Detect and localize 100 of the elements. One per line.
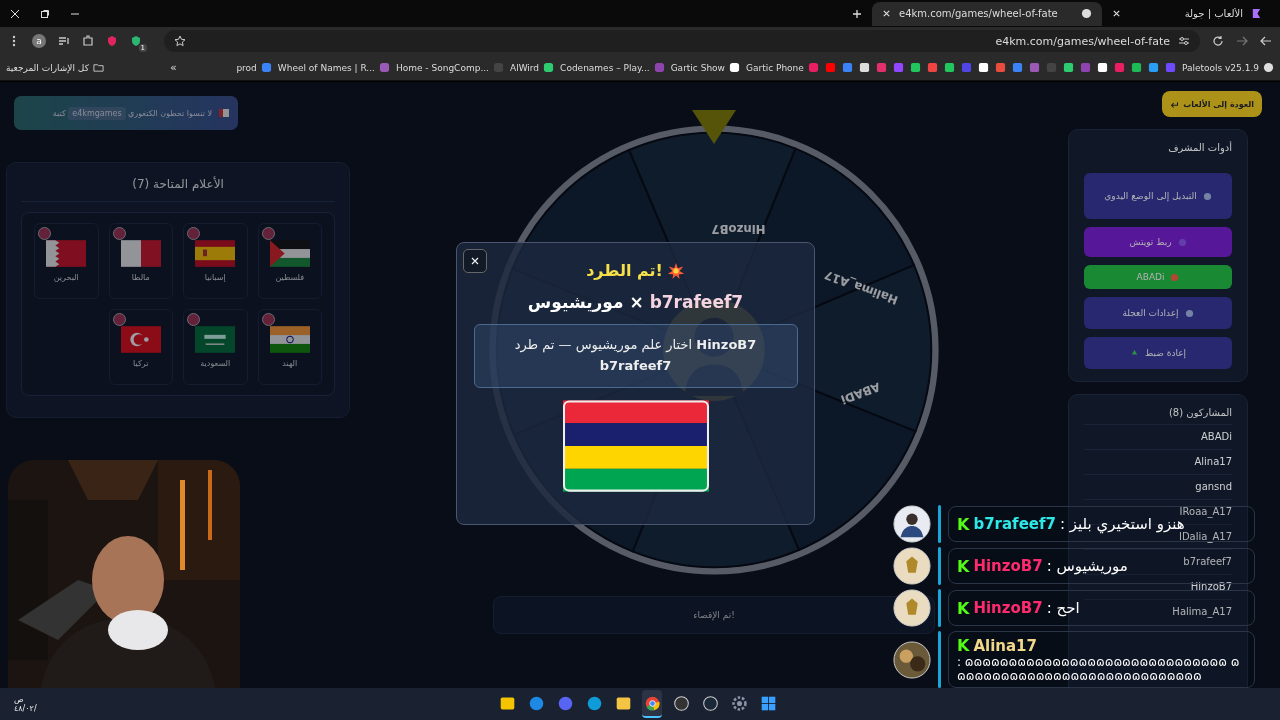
bookmark-icon[interactable]	[943, 62, 955, 73]
remove-dot[interactable]	[187, 227, 200, 240]
admin-button[interactable]: ربط تويتش	[1084, 227, 1232, 257]
flag-name: الهند	[282, 359, 298, 368]
bookmark-icon	[378, 62, 390, 73]
admin-button[interactable]: التبديل إلى الوضع اليدوي	[1084, 173, 1232, 219]
chat-username: b7rafeef7	[973, 515, 1056, 533]
shield-icon[interactable]	[130, 35, 142, 47]
flag-icon	[195, 326, 236, 353]
close-icon	[470, 256, 480, 266]
bookmark[interactable]: Gartic Phone	[745, 62, 819, 73]
flag-card[interactable]: تركيا	[108, 309, 173, 385]
bookmark-icon	[728, 62, 740, 73]
bookmark[interactable]: Codenames – Play...	[560, 62, 665, 73]
reload-icon[interactable]	[1212, 35, 1224, 47]
flag-name: البحرين	[53, 273, 79, 282]
app-icon	[556, 694, 574, 712]
flag-icon	[218, 107, 230, 119]
clock-text: ص	[14, 695, 25, 704]
close-icon[interactable]	[10, 8, 20, 19]
avatar-icon	[893, 505, 931, 543]
taskbar-app-icon[interactable]	[642, 690, 662, 718]
more-bookmarks[interactable]: »	[169, 61, 177, 74]
bookmark-icon	[1263, 62, 1274, 73]
flag-card[interactable]: الهند	[257, 309, 322, 385]
extensions-icon[interactable]	[82, 35, 94, 47]
bookmark-icon	[807, 62, 819, 73]
chat-message-text: : موريشيوس	[1046, 557, 1128, 575]
flag-icon	[46, 240, 87, 267]
media-icon[interactable]	[58, 35, 70, 47]
flag-card[interactable]: إسبانيا	[183, 223, 248, 299]
bookmark[interactable]: Paletools v25.1.9	[1181, 62, 1274, 73]
burst-icon	[666, 261, 685, 280]
bookmark-icon[interactable]	[1062, 62, 1074, 73]
flag-card[interactable]: البحرين	[34, 223, 99, 299]
flag-name: إسبانيا	[204, 273, 226, 282]
flag-card[interactable]: مالطا	[108, 223, 173, 299]
avatar-icon	[893, 589, 931, 627]
admin-button[interactable]: إعادة ضبط	[1084, 337, 1232, 369]
flag-icon	[120, 240, 161, 267]
app-icon	[730, 694, 748, 712]
bookmark-icon[interactable]	[858, 62, 870, 73]
pointer-icon	[692, 110, 736, 144]
panel-title: المشاركون (8)	[1167, 407, 1232, 418]
new-tab-icon[interactable]	[852, 8, 862, 19]
avatar-icon	[893, 547, 931, 585]
platform-label: K	[957, 556, 970, 576]
browser-tab[interactable]: e4km.com/games/wheel-of-fate	[872, 1, 1102, 26]
bookmark[interactable]: Wheel of Names | R...	[277, 62, 390, 73]
bookmark-icon[interactable]	[1096, 62, 1108, 73]
close-tab-icon[interactable]	[1112, 9, 1121, 18]
back-button[interactable]: العودة إلى الألعاب	[1162, 91, 1262, 117]
browser-tab[interactable]: الألعاب | جولة	[1102, 1, 1272, 26]
shield-icon[interactable]	[106, 35, 118, 47]
profile-avatar[interactable]: a	[32, 34, 46, 48]
close-tab-icon[interactable]	[882, 9, 891, 18]
platform-label: K	[957, 598, 970, 618]
flag-card[interactable]: فلسطين	[257, 223, 322, 299]
bookmark-icon[interactable]	[977, 62, 989, 73]
chat-username: HinzoB7	[973, 599, 1043, 617]
return-arrow-icon	[1170, 99, 1180, 109]
admin-button[interactable]: إعدادات العجلة	[1084, 297, 1232, 329]
bookmark-icon[interactable]	[909, 62, 921, 73]
participant-name: ABADi	[1084, 424, 1232, 449]
bookmark[interactable]: Gartic Show	[670, 62, 740, 73]
star-icon[interactable]	[174, 35, 186, 47]
flag-name: فلسطين	[275, 273, 305, 282]
panel-title: أدوات المشرف	[1167, 142, 1232, 153]
address-bar[interactable]: e4km.com/games/wheel-of-fate	[164, 30, 1200, 52]
avatar-icon	[893, 640, 931, 679]
remove-dot[interactable]	[187, 313, 200, 326]
flag-name: تركيا	[133, 359, 149, 368]
dot-icon	[1184, 308, 1194, 318]
bookmark[interactable]: Home - SongComp...	[395, 62, 504, 73]
chat-username: HinzoB7	[973, 557, 1043, 575]
restore-icon[interactable]	[40, 8, 50, 19]
url-text: e4km.com/games/wheel-of-fate	[994, 34, 1170, 48]
tune-icon[interactable]	[1178, 35, 1190, 47]
flag-name: مالطا	[131, 273, 150, 282]
remove-dot[interactable]	[112, 313, 126, 326]
app-icon	[643, 694, 661, 712]
remove-dot[interactable]	[261, 227, 275, 240]
close-button[interactable]	[463, 249, 487, 273]
flag-icon	[269, 240, 310, 267]
dot-icon	[1170, 272, 1180, 282]
remove-dot[interactable]	[112, 227, 126, 240]
flag-icon	[195, 240, 236, 267]
tab-favicon-icon	[1081, 8, 1092, 19]
chat-username: Alina17	[973, 636, 1037, 655]
participant-name: Alina17	[1084, 449, 1232, 474]
participant-name: Halima_A17	[1084, 599, 1232, 624]
remove-dot[interactable]	[38, 227, 51, 240]
clock-text: ٤٨/٠٢/	[14, 704, 37, 713]
bookmark[interactable]: prod	[236, 62, 272, 73]
bookmark-icon	[260, 62, 272, 73]
bookmark[interactable]: AlWird	[509, 62, 555, 73]
remove-dot[interactable]	[261, 313, 275, 326]
all-bookmarks[interactable]: كل الإشارات المرجعية	[6, 62, 104, 73]
tab-favicon-icon	[1251, 8, 1262, 19]
flag-card[interactable]: السعودية	[183, 309, 248, 385]
